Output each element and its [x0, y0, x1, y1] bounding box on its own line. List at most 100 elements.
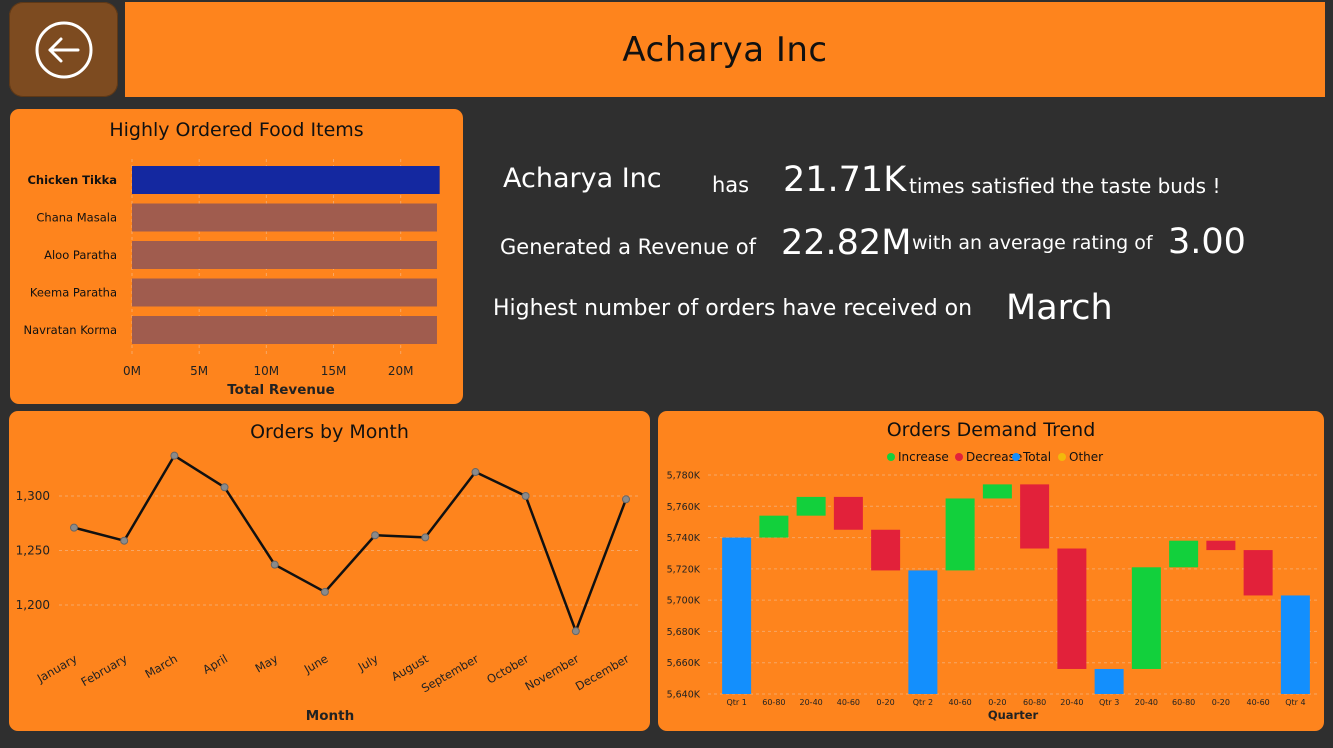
bar — [132, 203, 437, 232]
x-tick-label: July — [355, 651, 381, 674]
waterfall-bar — [871, 529, 901, 571]
legend-marker — [1012, 453, 1020, 461]
x-tick-label: 20-40 — [800, 698, 823, 707]
x-axis-label: Total Revenue — [227, 382, 334, 398]
y-tick-label: 5,660K — [667, 658, 701, 669]
waterfall-bar — [759, 515, 789, 538]
x-tick-label: 20-40 — [1060, 698, 1083, 707]
x-tick-label: 0M — [123, 364, 141, 378]
x-axis-label: Month — [306, 708, 354, 724]
y-tick-label: 5,720K — [667, 564, 701, 575]
x-tick-label: 20-40 — [1135, 698, 1158, 707]
y-tick-label: 1,300 — [16, 489, 50, 503]
waterfall-bar — [1169, 540, 1199, 568]
x-tick-label: March — [142, 651, 179, 681]
x-tick-label: 0-20 — [877, 698, 895, 707]
x-tick-label: 60-80 — [762, 698, 785, 707]
data-point — [521, 492, 530, 500]
page-title: Acharya Inc — [622, 29, 828, 70]
data-point — [622, 495, 630, 504]
y-tick-label: 5,780K — [667, 471, 701, 482]
waterfall-bar — [1280, 595, 1310, 694]
kpi-company: Acharya Inc — [503, 163, 662, 194]
y-tick-label: 5,760K — [667, 502, 701, 513]
waterfall-bar — [945, 498, 975, 571]
food-items-bar-chart[interactable]: 0M 5M 10M 15M 20M Chicken Tikka Chana Masala Al… — [10, 109, 463, 404]
orders-demand-waterfall-chart[interactable]: 5,640K 5,660K 5,680K 5,700K 5,720K 5,740K 5,76… — [658, 411, 1324, 731]
legend-label: Increase — [898, 450, 949, 464]
x-tick-label: February — [79, 651, 130, 689]
orders-by-month-line-chart[interactable]: 1,200 1,250 1,300 January February March April… — [9, 411, 650, 731]
y-tick-label: 5,700K — [667, 596, 701, 607]
waterfall-bar — [1131, 567, 1161, 669]
legend-label: Other — [1069, 450, 1103, 464]
x-tick-label: 60-80 — [1172, 698, 1195, 707]
x-tick-label: 0-20 — [988, 698, 1006, 707]
legend-marker — [887, 453, 895, 461]
back-button[interactable] — [9, 2, 118, 97]
x-tick-label: Qtr 1 — [726, 698, 746, 707]
orders-by-month-card: Orders by Month 1,200 1,250 1,300 January Fe… — [9, 411, 650, 731]
waterfall-bar — [908, 570, 938, 694]
y-tick-label: Aloo Paratha — [44, 248, 117, 262]
data-point — [421, 533, 430, 542]
y-tick-label: Navratan Korma — [23, 323, 117, 337]
x-tick-label: Qtr 4 — [1285, 698, 1305, 707]
data-point — [220, 483, 229, 492]
waterfall-bar — [1020, 484, 1050, 549]
waterfall-bar — [1206, 540, 1236, 551]
y-tick-label: 1,250 — [16, 544, 50, 558]
x-tick-label: December — [573, 651, 632, 693]
bar — [132, 278, 437, 307]
food-items-card: Highly Ordered Food Items 0M 5M 10M 15M 20M C… — [10, 109, 463, 404]
legend-label: Total — [1022, 450, 1051, 464]
data-point — [571, 627, 580, 636]
kpi-satisfied-count: 21.71K — [783, 160, 907, 200]
y-tick-label: Chicken Tikka — [27, 173, 117, 187]
x-tick-label: Qtr 2 — [913, 698, 933, 707]
y-tick-label: Keema Paratha — [30, 286, 117, 300]
arrow-left-circle-icon — [35, 21, 92, 78]
kpi-satisfied-text: times satisfied the taste buds ! — [909, 174, 1221, 198]
kpi-rating-value: 3.00 — [1168, 222, 1246, 262]
kpi-orders-text: Highest number of orders have received o… — [493, 296, 973, 321]
x-tick-label: 40-60 — [949, 698, 972, 707]
data-point — [320, 587, 329, 596]
orders-demand-trend-card: Orders Demand Trend 5,640K 5,660K 5,680K 5,… — [658, 411, 1324, 731]
bar — [132, 166, 440, 194]
bar — [132, 316, 437, 344]
legend-marker — [955, 453, 963, 461]
kpi-has: has — [712, 173, 750, 197]
y-tick-label: 5,740K — [667, 533, 701, 544]
x-tick-label: Qtr 3 — [1099, 698, 1119, 707]
x-tick-label: 20M — [388, 364, 414, 378]
data-point — [371, 531, 380, 540]
x-tick-label: 40-60 — [1247, 698, 1270, 707]
data-point — [170, 451, 179, 460]
x-tick-label: January — [34, 651, 80, 686]
x-tick-label: November — [523, 651, 582, 693]
waterfall-bar — [1057, 548, 1087, 669]
x-tick-label: 0-20 — [1212, 698, 1230, 707]
title-bar: Acharya Inc — [125, 2, 1325, 97]
x-tick-label: 5M — [190, 364, 208, 378]
x-tick-label: June — [301, 651, 331, 676]
x-tick-label: 40-60 — [837, 698, 860, 707]
waterfall-bar — [833, 496, 863, 530]
waterfall-bar — [982, 484, 1012, 499]
x-tick-label: April — [200, 651, 230, 676]
x-tick-label: 10M — [254, 364, 280, 378]
x-axis-label: Quarter — [988, 708, 1039, 722]
kpi-revenue-value: 22.82M — [781, 223, 912, 263]
waterfall-bar — [1243, 550, 1273, 596]
kpi-orders-month: March — [1006, 288, 1113, 328]
x-tick-label: September — [419, 651, 481, 695]
data-point — [270, 560, 279, 569]
kpi-revenue-prefix: Generated a Revenue of — [500, 235, 756, 259]
data-point — [471, 468, 480, 477]
data-point — [70, 523, 78, 532]
y-tick-label: Chana Masala — [36, 211, 117, 225]
kpi-rating-prefix: with an average rating of — [912, 232, 1153, 254]
waterfall-bar — [722, 537, 752, 694]
y-tick-label: 5,640K — [667, 690, 701, 701]
